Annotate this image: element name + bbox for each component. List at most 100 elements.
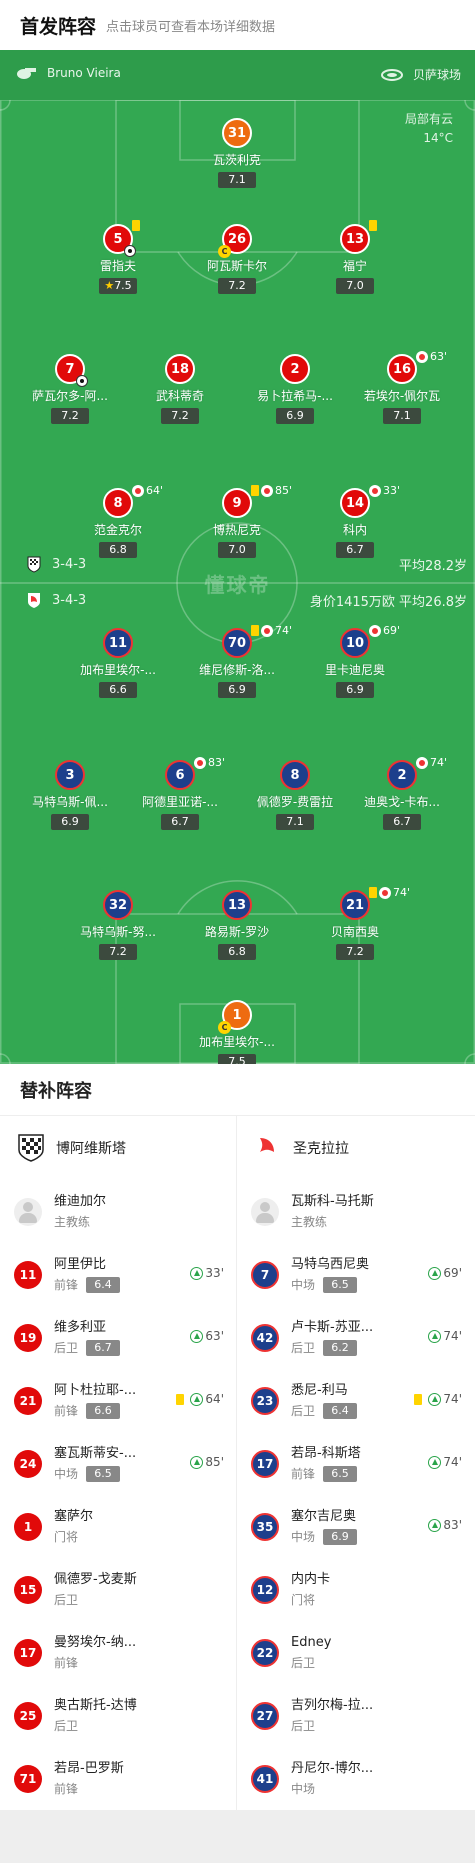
away-sub-row[interactable]: 41 丹尼尔-博尔... 中场: [237, 1747, 474, 1810]
rating-value: 7.2: [228, 279, 246, 292]
player-number-text: 16: [392, 361, 412, 377]
home-team-row: 3-4-3 平均28.2岁: [0, 555, 475, 577]
away-player[interactable]: 2 74' 迪奥戈-卡布... 6.7: [352, 756, 452, 830]
away-player[interactable]: 21 74' 贝南西奥 7.2: [305, 886, 410, 960]
away-sub-row[interactable]: 12 内内卡 门将: [237, 1558, 474, 1621]
sub-position: 中场 6.9: [291, 1527, 401, 1547]
sub-rating: 6.5: [86, 1465, 121, 1482]
player-events: 74': [251, 624, 292, 637]
position-text: 前锋: [54, 1655, 79, 1670]
player-rating: 6.8: [218, 944, 256, 960]
player-number: 1C: [218, 1000, 252, 1034]
player-number-text: 5: [113, 231, 123, 247]
away-sub-row[interactable]: 35 塞尔吉尼奥 中场 6.9 83': [237, 1495, 474, 1558]
sub-in-text: 74': [443, 1392, 462, 1406]
stadium-icon: [380, 68, 403, 81]
home-sub-row[interactable]: 11 阿里伊比 前锋 6.4 33': [0, 1243, 236, 1306]
away-player[interactable]: 70 74' 维尼修斯-洛... 6.9: [187, 624, 292, 698]
home-player[interactable]: 14 33' 科内 6.7: [305, 484, 405, 558]
away-sub-row[interactable]: 7 马特乌西尼奥 中场 6.5 69': [237, 1243, 474, 1306]
goal-ball-icon: [76, 375, 88, 387]
home-sub-row[interactable]: 1 塞萨尔 门将: [0, 1495, 236, 1558]
away-player[interactable]: 32 马特乌斯-努... 7.2: [68, 890, 168, 960]
away-player[interactable]: 8 佩德罗-费雷拉 7.1: [245, 760, 345, 830]
home-player[interactable]: 7 萨瓦尔多-阿... 7.2: [20, 354, 120, 424]
away-player[interactable]: 6 83' 阿德里亚诺-... 6.7: [130, 756, 230, 830]
home-sub-row[interactable]: 21 阿卜杜拉耶-... 前锋 6.6 64': [0, 1369, 236, 1432]
lineup-header: 首发阵容 点击球员可查看本场详细数据: [0, 0, 475, 50]
home-coach[interactable]: 维迪加尔 主教练: [0, 1180, 236, 1243]
subs-title: 替补阵容: [0, 1064, 475, 1116]
player-rating: 7.2: [99, 944, 137, 960]
match-info-bar: Bruno Vieira 贝萨球场: [0, 50, 475, 100]
away-sub-row[interactable]: 42 卢卡斯-苏亚... 后卫 6.2 74': [237, 1306, 474, 1369]
home-player[interactable]: 2 易卜拉希马-... 6.9: [245, 354, 345, 424]
home-team-logo-icon: [27, 556, 41, 573]
sub-in-minute: 85': [190, 1455, 224, 1469]
away-player[interactable]: 10 69' 里卡迪尼奥 6.9: [305, 624, 405, 698]
home-player[interactable]: 13 福宁 7.0: [305, 220, 405, 294]
player-rating: 6.9: [218, 682, 256, 698]
home-sub-row[interactable]: 24 塞瓦斯蒂安-... 中场 6.5 85': [0, 1432, 236, 1495]
sub-position: 后卫: [291, 1716, 401, 1736]
away-player[interactable]: 3 马特乌斯-佩... 6.9: [20, 760, 120, 830]
home-sub-row[interactable]: 25 奥古斯托-达博 后卫: [0, 1684, 236, 1747]
away-sub-row[interactable]: 22 Edney 后卫: [237, 1621, 474, 1684]
sub-in-text: 64': [205, 1392, 224, 1406]
sub-position: 后卫: [291, 1653, 401, 1673]
sub-name: 奥古斯托-达博: [54, 1697, 137, 1713]
sub-name: Edney: [291, 1634, 332, 1650]
player-number-text: 9: [232, 495, 242, 511]
position-text: 后卫: [291, 1718, 316, 1733]
player-number-text: 8: [290, 767, 300, 783]
captain-icon: C: [218, 245, 231, 258]
home-team-name[interactable]: 博阿维斯塔: [56, 1138, 126, 1158]
sub-rating: 6.7: [86, 1339, 121, 1356]
player-name: 马特乌斯-佩...: [32, 795, 108, 809]
sub-number: 1: [14, 1512, 42, 1541]
player-events: [369, 220, 379, 231]
sub-number: 27: [251, 1701, 279, 1730]
player-rating: 7.1: [276, 814, 314, 830]
home-player[interactable]: 18 武科蒂奇 7.2: [130, 354, 230, 424]
player-rating: 6.7: [383, 814, 421, 830]
away-team-name[interactable]: 圣克拉拉: [293, 1138, 349, 1158]
away-player[interactable]: 1 C 加布里埃尔-... 7.5: [187, 1000, 287, 1064]
away-player[interactable]: 11 加布里埃尔-... 6.6: [68, 628, 168, 698]
sub-rating: 6.9: [323, 1528, 358, 1545]
sub-minute: 33': [383, 484, 401, 497]
player-number: 6: [165, 760, 195, 790]
substitution-in-icon: [190, 1266, 204, 1280]
away-coach[interactable]: 瓦斯科-马托斯 主教练: [237, 1180, 474, 1243]
away-sub-row[interactable]: 27 吉列尔梅-拉... 后卫: [237, 1684, 474, 1747]
position-text: 中场: [54, 1466, 79, 1481]
rating-value: 7.0: [228, 543, 246, 556]
home-player[interactable]: 9 85' 博热尼克 7.0: [187, 484, 292, 558]
rating-value: 7.2: [346, 945, 364, 958]
home-player[interactable]: 8 64' 范金克尔 6.8: [68, 484, 168, 558]
sub-in-text: 74': [443, 1455, 462, 1469]
player-number-text: 31: [227, 125, 247, 141]
sub-name: 马特乌西尼奥: [291, 1256, 370, 1272]
sub-number: 35: [251, 1512, 279, 1541]
home-sub-row[interactable]: 19 维多利亚 后卫 6.7 63': [0, 1306, 236, 1369]
home-player[interactable]: 16 63' 若埃尔-佩尔瓦 7.1: [352, 350, 452, 424]
away-sub-row[interactable]: 17 若昂-科斯塔 前锋 6.5 74': [237, 1432, 474, 1495]
sub-in-minute: 69': [428, 1266, 462, 1280]
rating-value: 7.5: [228, 1055, 246, 1064]
player-events: 63': [416, 350, 447, 363]
home-sub-row[interactable]: 17 曼努埃尔-纳... 前锋: [0, 1621, 236, 1684]
player-number-text: 21: [345, 897, 365, 913]
substitution-in-icon: [428, 1392, 442, 1406]
home-player[interactable]: 26 C 阿瓦斯卡尔 7.2: [187, 224, 287, 294]
home-player[interactable]: 5 雷指夫 ★7.5: [68, 220, 168, 294]
away-player[interactable]: 13 路易斯-罗沙 6.8: [187, 890, 287, 960]
home-sub-row[interactable]: 71 若昂-巴罗斯 前锋: [0, 1747, 236, 1810]
sub-number: 11: [14, 1260, 42, 1289]
sub-info: 塞尔吉尼奥 中场 6.9: [291, 1507, 401, 1547]
position-text: 后卫: [54, 1592, 79, 1607]
away-sub-row[interactable]: 23 悉尼-利马 后卫 6.4 74': [237, 1369, 474, 1432]
home-player[interactable]: 31 瓦茨利克 7.1: [187, 118, 287, 188]
player-number: 10: [340, 628, 370, 658]
home-sub-row[interactable]: 15 佩德罗-戈麦斯 后卫: [0, 1558, 236, 1621]
